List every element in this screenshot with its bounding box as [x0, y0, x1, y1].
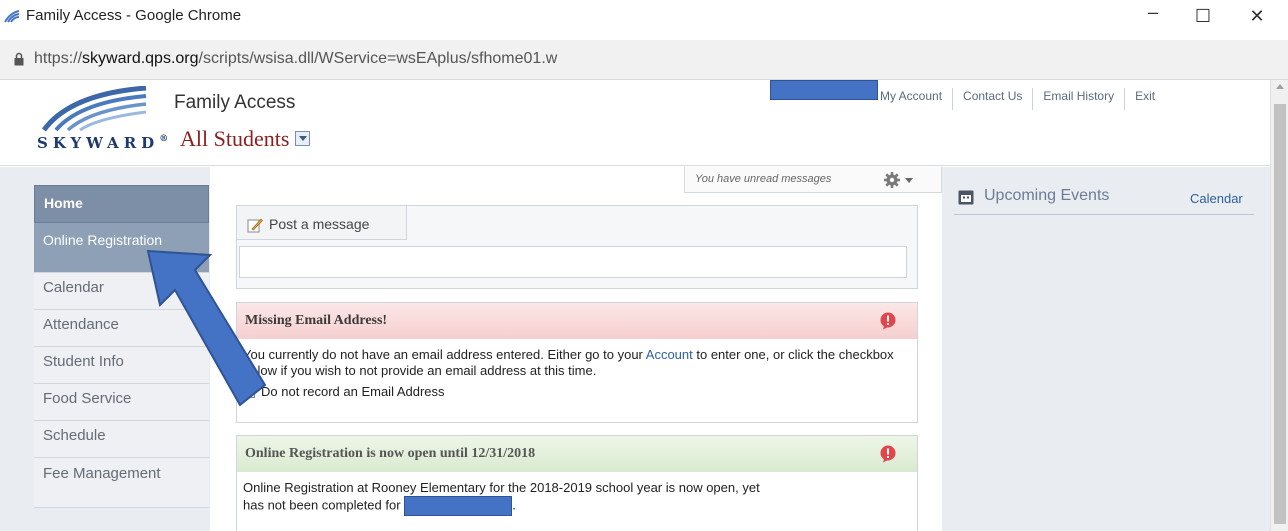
upcoming-events-header: Upcoming Events Calendar — [954, 185, 1254, 215]
pencil-icon — [247, 218, 263, 233]
sidebar-item-schedule[interactable]: Schedule — [34, 421, 209, 458]
top-navigation: My Account Contact Us Email History Exit — [880, 88, 1165, 110]
post-message-tab[interactable]: Post a message — [237, 206, 407, 240]
alert-text: You currently do not have an email addre… — [243, 347, 646, 362]
url-prefix: https:// — [34, 50, 83, 67]
upcoming-events-panel: Upcoming Events Calendar — [942, 167, 1270, 531]
url-host: skyward.qps.org — [82, 50, 199, 67]
alert-title: Online Registration is now open until 12… — [245, 446, 536, 461]
exclamation-icon[interactable] — [879, 312, 897, 330]
window-title: Family Access - Google Chrome — [26, 7, 242, 24]
alert-text: Online Registration at Rooney Elementary… — [243, 480, 760, 495]
post-message-input[interactable] — [239, 246, 907, 278]
redacted-user-name — [770, 80, 878, 100]
skyward-icon — [4, 10, 20, 23]
close-button[interactable]: ✕ — [1242, 6, 1272, 27]
lock-icon — [14, 52, 24, 66]
online-registration-alert-body: Online Registration at Rooney Elementary… — [237, 472, 917, 516]
no-email-checkbox-label[interactable]: Do not record an Email Address — [261, 384, 445, 400]
alert-text: has not been completed for — [243, 497, 401, 513]
address-bar[interactable]: https://skyward.qps.org/scripts/wsisa.dl… — [0, 40, 1288, 80]
logo-registered-mark: ® — [159, 134, 169, 144]
my-account-link[interactable]: My Account — [880, 88, 952, 110]
gear-icon[interactable] — [883, 171, 901, 189]
student-selector[interactable]: All Students — [180, 126, 311, 152]
annotation-arrow — [146, 249, 267, 407]
skyward-logo: SKYWARD® — [37, 134, 168, 152]
gear-menu-caret-icon[interactable] — [905, 178, 913, 183]
dropdown-arrow-icon[interactable] — [295, 131, 311, 147]
upcoming-events-title: Upcoming Events — [984, 187, 1110, 204]
url-text[interactable]: https://skyward.qps.org/scripts/wsisa.dl… — [34, 50, 557, 68]
skyward-logo-icon — [41, 86, 147, 132]
alert-text-end: . — [512, 497, 516, 513]
contact-us-link[interactable]: Contact Us — [952, 88, 1032, 110]
missing-email-alert-header: Missing Email Address! — [237, 303, 917, 339]
online-registration-alert-header: Online Registration is now open until 12… — [237, 436, 917, 472]
alert-text-line: has not been completed for . — [243, 496, 909, 516]
exit-link[interactable]: Exit — [1124, 88, 1165, 110]
calendar-icon — [958, 190, 974, 205]
no-email-option: Do not record an Email Address — [243, 384, 909, 400]
window-titlebar: Family Access - Google Chrome – ☐ ✕ — [0, 0, 1288, 40]
message-toolbar: You have unread messages — [684, 167, 942, 193]
main-content: You have unread messages Post a message … — [210, 167, 942, 531]
maximize-button[interactable]: ☐ — [1188, 6, 1218, 27]
calendar-link[interactable]: Calendar — [1190, 191, 1243, 206]
logo-wordmark: SKYWARD — [37, 134, 160, 152]
page-scrollbar[interactable] — [1270, 80, 1288, 531]
missing-email-alert-body: You currently do not have an email addre… — [237, 339, 917, 400]
post-message-label: Post a message — [269, 216, 370, 232]
exclamation-icon[interactable] — [879, 445, 897, 463]
url-path: /scripts/wsisa.dll/WService=wsEAplus/sfh… — [198, 50, 558, 67]
sidebar-item-fee-management[interactable]: Fee Management — [34, 458, 209, 508]
redacted-student-name — [404, 496, 513, 516]
post-message-box: Post a message — [236, 205, 918, 289]
online-registration-alert: Online Registration is now open until 12… — [236, 435, 918, 531]
email-history-link[interactable]: Email History — [1032, 88, 1124, 110]
app-name: Family Access — [174, 92, 296, 113]
missing-email-alert: Missing Email Address! You currently do … — [236, 302, 918, 423]
account-link[interactable]: Account — [646, 347, 693, 362]
unread-messages-notice[interactable]: You have unread messages — [695, 173, 831, 185]
student-selector-label: All Students — [180, 126, 290, 151]
minimize-button[interactable]: – — [1138, 2, 1168, 23]
scroll-up-arrow-icon[interactable] — [1276, 84, 1284, 89]
sidebar-item-home[interactable]: Home — [34, 185, 209, 223]
scrollbar-thumb[interactable] — [1274, 104, 1286, 524]
page-header: SKYWARD® Family Access All Students My A… — [0, 80, 1270, 166]
